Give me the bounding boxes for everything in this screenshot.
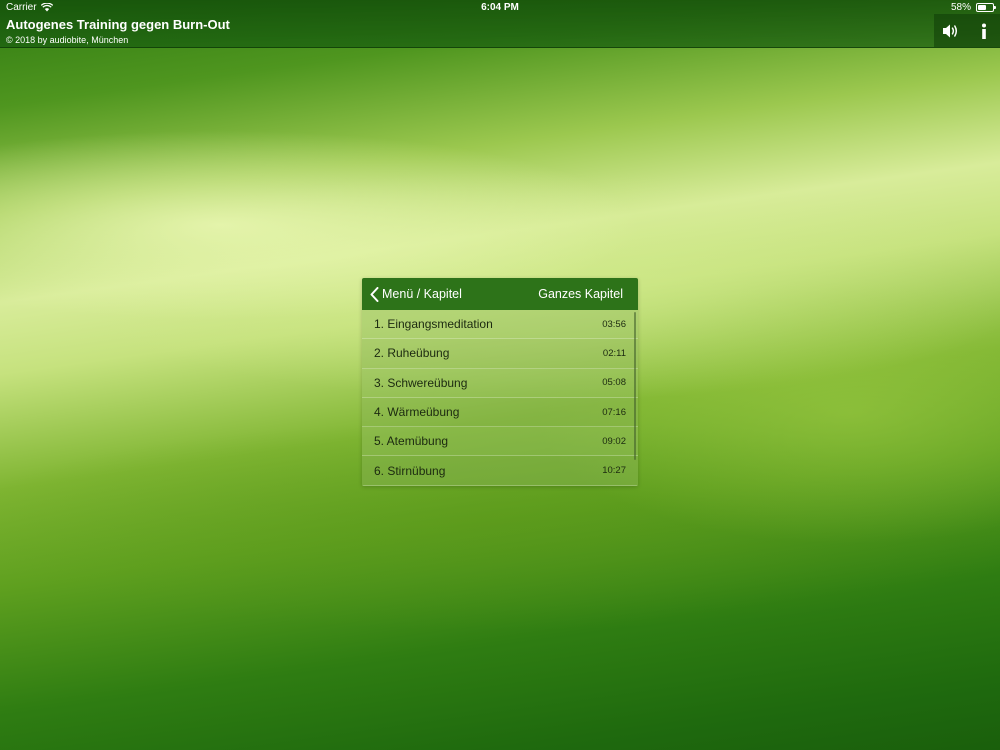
item-duration: 03:56 bbox=[602, 318, 626, 330]
info-button[interactable] bbox=[970, 17, 998, 45]
item-duration: 09:02 bbox=[602, 435, 626, 447]
item-duration: 10:27 bbox=[602, 465, 626, 477]
chapter-panel: Menü / Kapitel Ganzes Kapitel 1. Eingang… bbox=[362, 278, 638, 486]
battery-fill bbox=[978, 5, 987, 10]
item-duration: 07:16 bbox=[602, 406, 626, 418]
list-item[interactable]: 5. Atemübung 09:02 bbox=[362, 427, 638, 457]
list-scrollbar[interactable] bbox=[634, 312, 636, 460]
list-item[interactable]: 4. Wärmeübung 07:16 bbox=[362, 397, 638, 428]
item-duration: 05:08 bbox=[602, 377, 626, 389]
chapter-list[interactable]: 1. Eingangsmeditation 03:56 2. Ruheübung… bbox=[362, 310, 638, 486]
item-label: 2. Ruheübung bbox=[374, 346, 450, 361]
chevron-left-icon bbox=[370, 286, 379, 302]
app-title: Autogenes Training gegen Burn-Out bbox=[6, 17, 230, 32]
list-item[interactable]: 2. Ruheübung 02:11 bbox=[362, 339, 638, 369]
item-label: 3. Schwereübung bbox=[374, 375, 468, 390]
list-item[interactable]: 6. Stirnübung 10:27 bbox=[362, 456, 638, 486]
app-subtitle: © 2018 by audiobite, München bbox=[6, 35, 129, 45]
item-label: 6. Stirnübung bbox=[374, 463, 446, 478]
item-duration: 02:11 bbox=[602, 347, 626, 359]
back-label: Menü / Kapitel bbox=[382, 287, 462, 301]
item-label: 1. Eingangsmeditation bbox=[374, 317, 493, 332]
info-icon bbox=[981, 23, 986, 39]
list-item[interactable]: 3. Schwereübung 05:08 bbox=[362, 368, 638, 398]
list-item[interactable]: 1. Eingangsmeditation 03:56 bbox=[362, 310, 638, 340]
header-buttons bbox=[934, 14, 1000, 47]
status-right: 58% bbox=[950, 2, 996, 13]
speaker-icon bbox=[942, 24, 957, 37]
panel-header: Menü / Kapitel Ganzes Kapitel bbox=[362, 278, 638, 310]
status-bar: Carrier 6:04 PM 58% bbox=[0, 0, 1000, 15]
battery-icon bbox=[976, 3, 996, 12]
whole-chapter-button[interactable]: Ganzes Kapitel bbox=[538, 287, 623, 301]
item-label: 5. Atemübung bbox=[374, 434, 449, 449]
status-time: 6:04 PM bbox=[481, 2, 519, 13]
speaker-button[interactable] bbox=[937, 17, 965, 45]
item-label: 4. Wärmeübung bbox=[374, 405, 460, 420]
back-button[interactable]: Menü / Kapitel bbox=[370, 286, 462, 302]
battery-percent: 58% bbox=[950, 2, 971, 13]
